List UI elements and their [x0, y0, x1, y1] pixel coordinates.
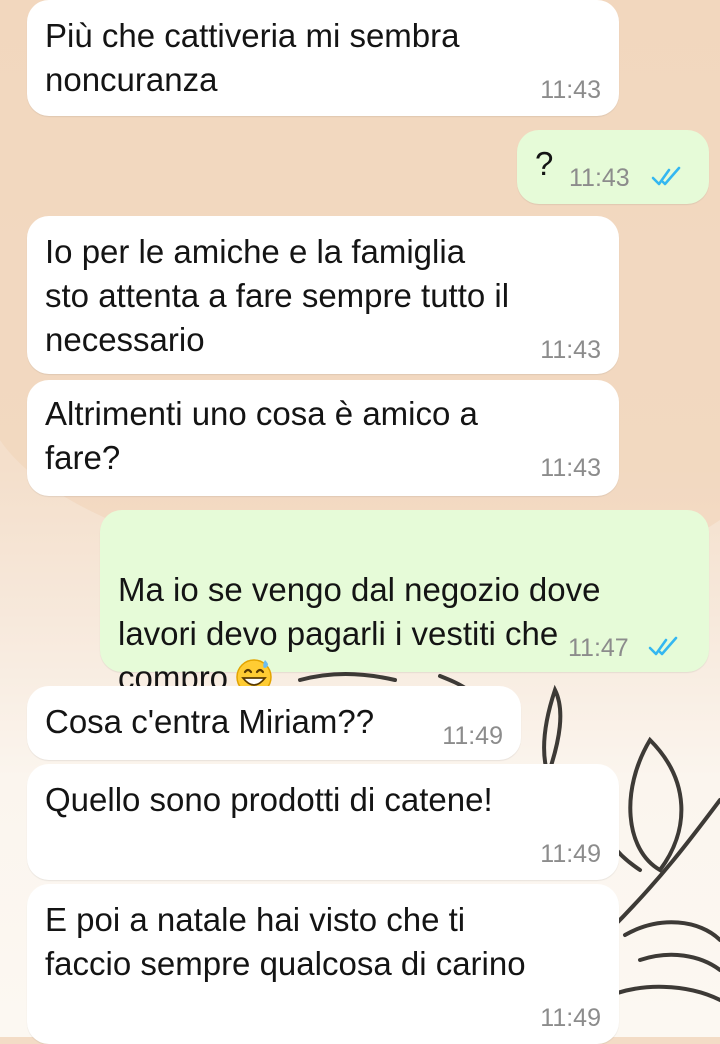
double-check-read-icon — [651, 166, 681, 186]
message-timestamp: 11:43 — [540, 454, 601, 482]
message-timestamp: 11:43 — [540, 336, 601, 364]
message-timestamp: 11:49 — [540, 1004, 601, 1032]
message-bubble-incoming[interactable]: E poi a natale hai visto che ti faccio s… — [27, 884, 619, 1044]
message-text: ? — [535, 145, 554, 182]
double-check-read-icon — [648, 636, 678, 656]
message-timestamp: 11:49 — [442, 722, 503, 750]
message-text: Ma io se vengo dal negozio dove lavori d… — [118, 524, 601, 700]
message-bubble-incoming[interactable]: Più che cattiveria mi sembra noncuranza … — [27, 0, 619, 116]
message-text: Io per le amiche e la famiglia sto atten… — [45, 233, 510, 358]
message-text: Cosa c'entra Miriam?? — [45, 703, 375, 740]
message-timestamp: 11:49 — [540, 840, 601, 868]
message-timestamp: 11:47 — [568, 634, 629, 662]
message-text: E poi a natale hai visto che ti faccio s… — [45, 901, 526, 982]
message-bubble-incoming[interactable]: Quello sono prodotti di catene! 11:49 — [27, 764, 619, 880]
message-text-content: Ma io se vengo dal negozio dove lavori d… — [118, 571, 601, 696]
message-timestamp: 11:43 — [540, 76, 601, 104]
message-bubble-incoming[interactable]: Cosa c'entra Miriam?? 11:49 — [27, 686, 521, 760]
message-bubble-incoming[interactable]: Altrimenti uno cosa è amico a fare? 11:4… — [27, 380, 619, 496]
message-text: Più che cattiveria mi sembra noncuranza — [45, 17, 460, 98]
message-bubble-outgoing[interactable]: ? 11:43 — [517, 130, 709, 204]
message-bubble-incoming[interactable]: Io per le amiche e la famiglia sto atten… — [27, 216, 619, 374]
message-timestamp: 11:43 — [569, 164, 630, 192]
message-bubble-outgoing[interactable]: Ma io se vengo dal negozio dove lavori d… — [100, 510, 709, 696]
message-text: Quello sono prodotti di catene! — [45, 781, 493, 818]
message-text: Altrimenti uno cosa è amico a fare? — [45, 395, 478, 476]
